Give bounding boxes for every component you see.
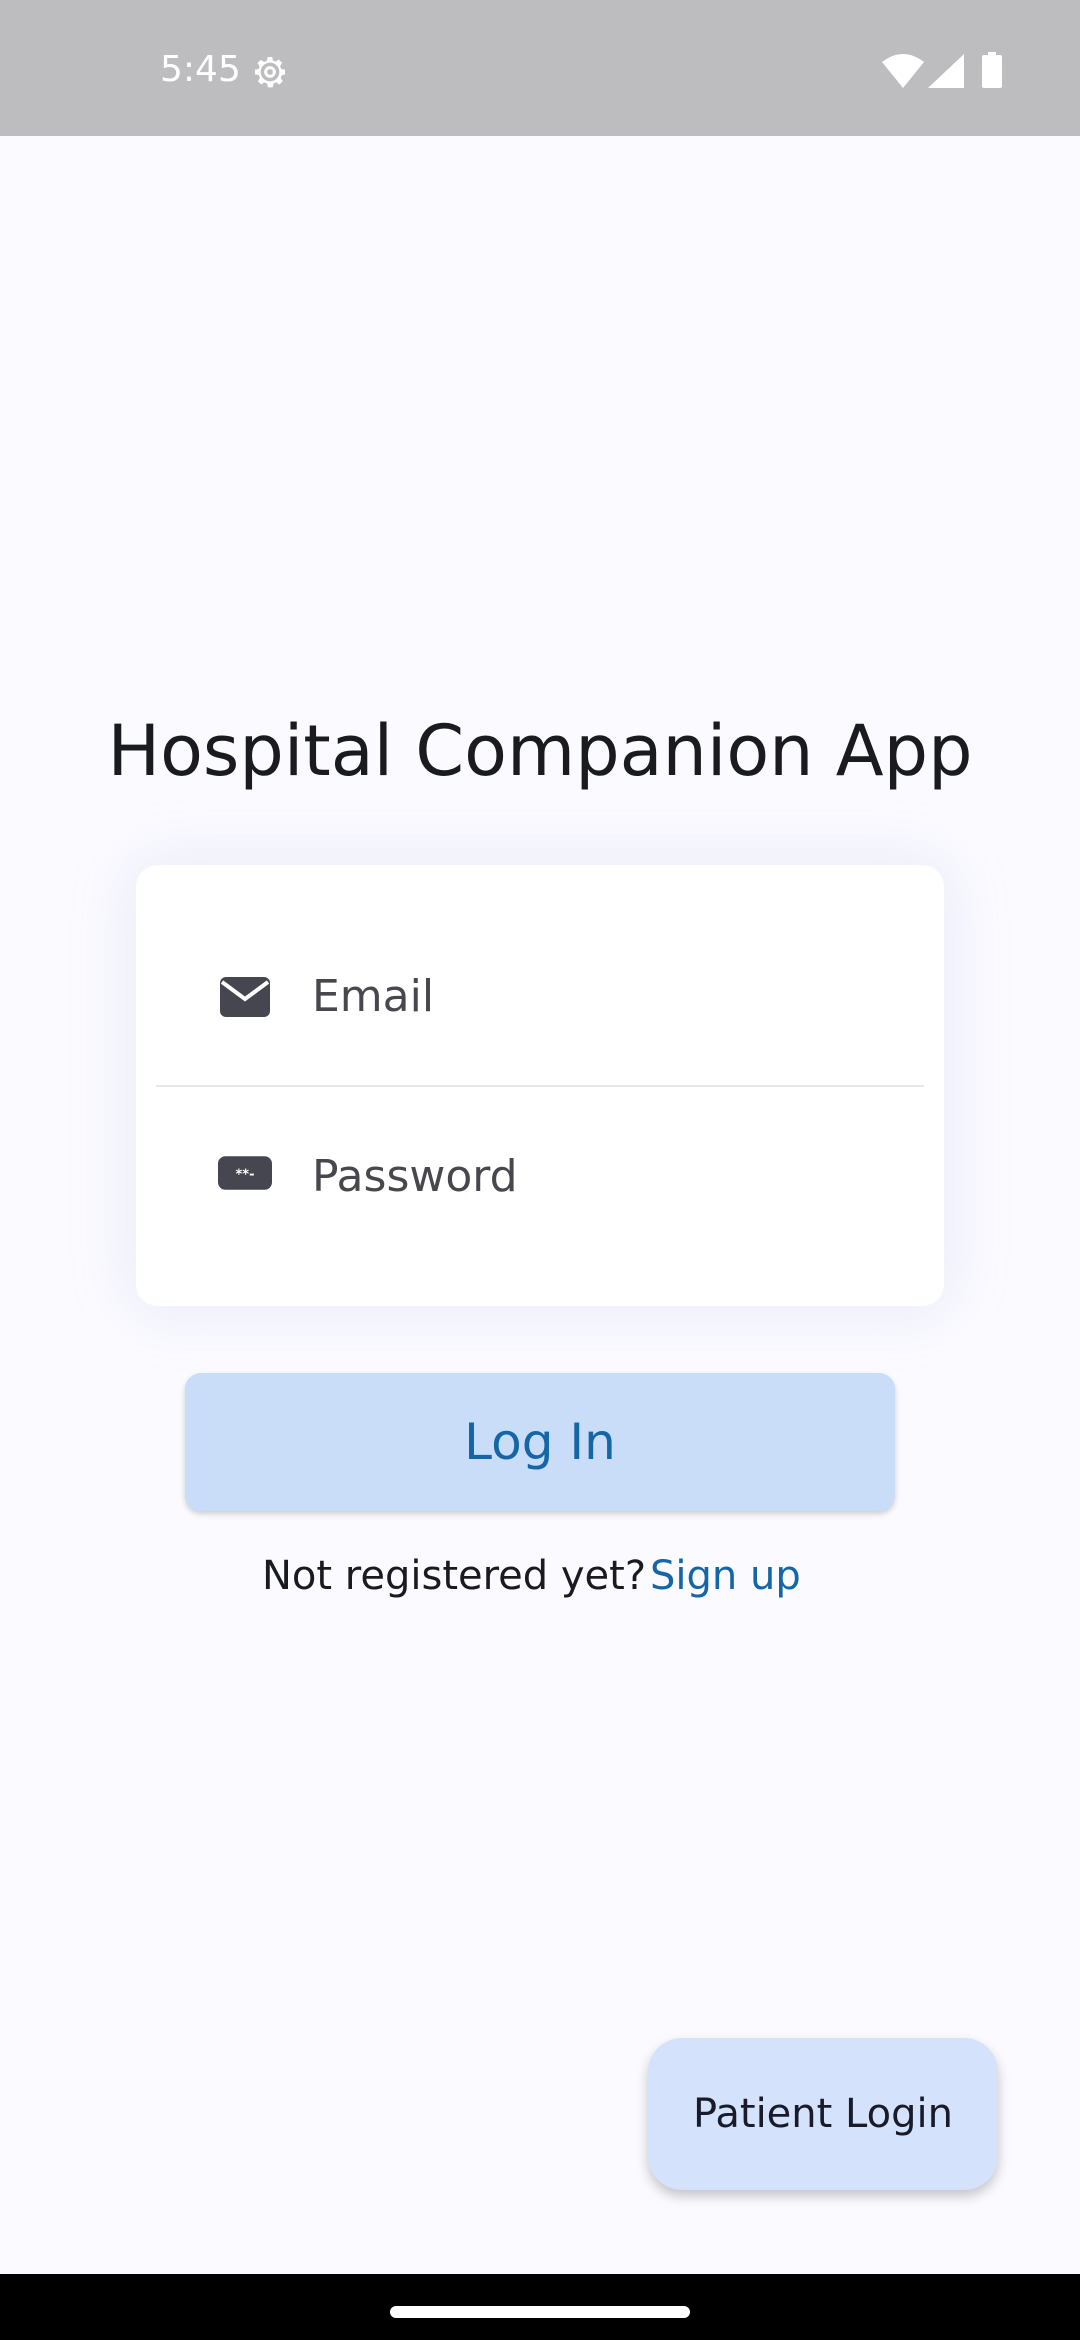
password-icon: **- — [218, 1156, 272, 1190]
password-field-row: **- — [0, 1110, 912, 1240]
svg-text:**-: **- — [235, 1168, 254, 1183]
signal-icon — [928, 54, 964, 88]
email-field[interactable] — [312, 966, 912, 1026]
wifi-icon — [882, 54, 924, 88]
signup-link[interactable]: Sign up — [650, 1550, 801, 1602]
battery-icon — [982, 52, 1002, 88]
signup-prompt: Not registered yet? — [262, 1553, 647, 1599]
envelope-icon — [220, 977, 270, 1017]
patient-login-button[interactable]: Patient Login — [648, 2038, 998, 2190]
home-indicator[interactable] — [390, 2306, 690, 2318]
password-field[interactable] — [312, 1146, 912, 1206]
login-button[interactable]: Log In — [185, 1373, 895, 1511]
email-field-row — [0, 932, 912, 1062]
gear-icon — [255, 57, 286, 88]
status-bar: 5:45 — [0, 0, 1080, 136]
status-time: 5:45 — [160, 49, 241, 90]
field-divider — [156, 1085, 924, 1087]
page-title: Hospital Companion App — [107, 710, 973, 792]
